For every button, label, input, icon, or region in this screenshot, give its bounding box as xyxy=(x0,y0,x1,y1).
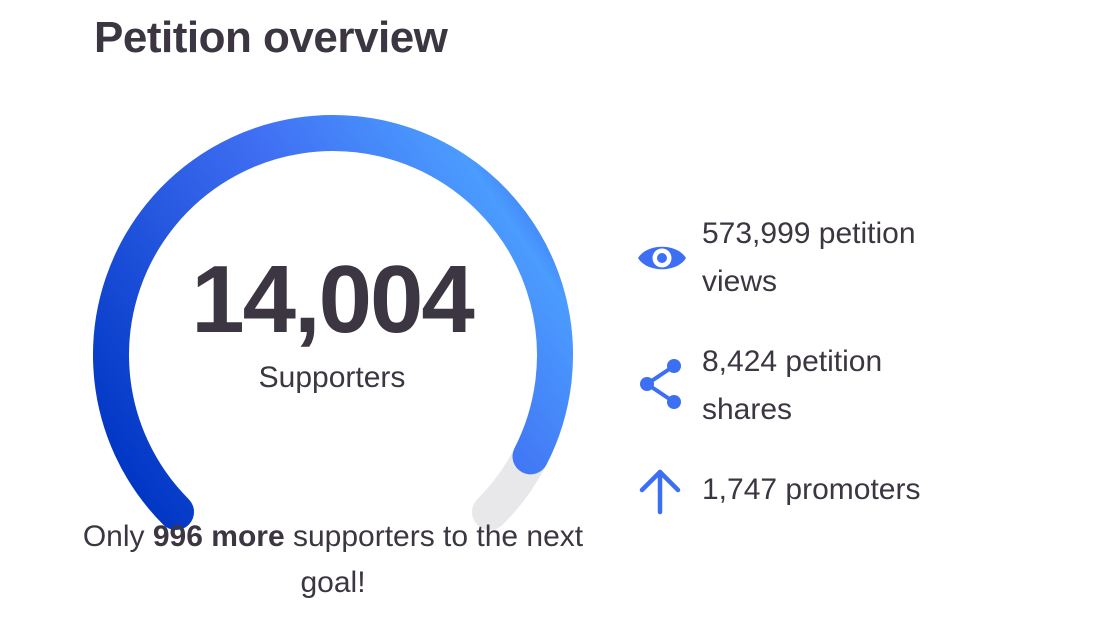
supporter-label: Supporters xyxy=(258,361,406,394)
goal-message-suffix: supporters to the next goal! xyxy=(284,520,584,599)
supporter-count: 14,004 xyxy=(191,246,475,353)
goal-message: Only 996 more supporters to the next goa… xyxy=(60,514,606,606)
goal-message-prefix: Only xyxy=(82,520,153,553)
stat-shares: 8,424 petition shares xyxy=(634,338,964,434)
stat-views: 573,999 petition views xyxy=(634,210,964,306)
goal-remaining-count: 996 more xyxy=(152,520,285,553)
stat-views-text: 573,999 petition views xyxy=(702,217,916,298)
eye-icon xyxy=(638,246,686,270)
arrow-up-icon xyxy=(639,469,681,515)
stat-promoters: 1,747 promoters xyxy=(634,466,964,522)
stat-shares-text: 8,424 petition shares xyxy=(702,345,883,426)
stat-promoters-text: 1,747 promoters xyxy=(702,473,921,506)
share-icon xyxy=(640,359,681,409)
